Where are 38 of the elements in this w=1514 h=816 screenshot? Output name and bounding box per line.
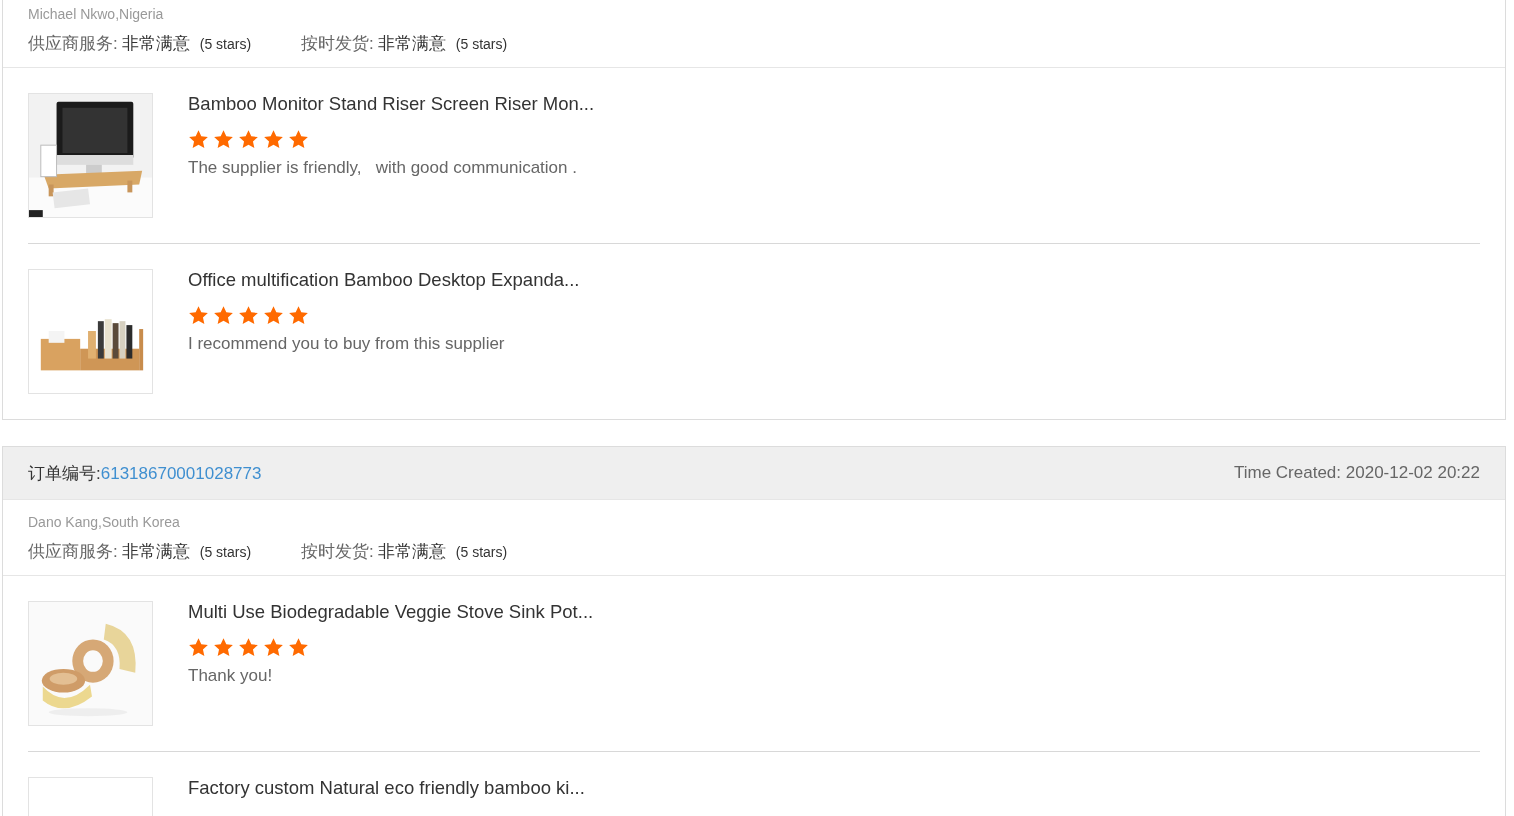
rating-label: 供应商服务: [28,541,118,563]
rating-stars-text: (5 stars) [199,36,252,52]
star-icon [288,637,309,658]
rating-label: 供应商服务: [28,33,118,55]
star-icon [238,305,259,326]
product-title[interactable]: Office multification Bamboo Desktop Expanda... [188,269,580,291]
order-label: 订单编号: [28,463,101,483]
star-icon [213,637,234,658]
star-icon [213,129,234,150]
rating-value: 非常满意 [377,33,446,55]
product-title[interactable]: Bamboo Monitor Stand Riser Screen Riser Mon... [188,93,595,115]
rating-stars-text: (5 stars) [199,544,252,560]
star-icon [263,637,284,658]
review-comment: I recommend you to buy from this supplier [188,334,506,354]
star-icon [188,129,209,150]
star-icon [238,637,259,658]
rating-value: 非常满意 [377,541,446,563]
rating-label: 按时发货: [301,541,374,563]
time-created: Time Created: 2020-12-02 20:22 [1233,463,1480,483]
rating-stars-text: (5 stars) [455,36,508,52]
rating-value: 非常满意 [121,33,190,55]
rating-label: 按时发货: [301,33,374,55]
buyer-name: Dano Kang,South Korea [28,514,181,530]
star-icon [188,305,209,326]
star-icon [288,305,309,326]
star-icon [288,129,309,150]
review-comment: The supplier is friendly, with good communication . [188,158,578,178]
product-title[interactable]: Multi Use Biodegradable Veggie Stove Sink Pot... [188,601,594,623]
buyer-name: Michael Nkwo,Nigeria [28,6,165,22]
star-icon [188,637,209,658]
star-icon [263,305,284,326]
star-icon [213,305,234,326]
review-comment: Thank you! [188,666,274,686]
star-icon [263,129,284,150]
star-icon [238,129,259,150]
product-title[interactable]: Factory custom Natural eco friendly bamboo ki... [188,777,585,799]
rating-value: 非常满意 [121,541,190,563]
rating-stars-text: (5 stars) [455,544,508,560]
